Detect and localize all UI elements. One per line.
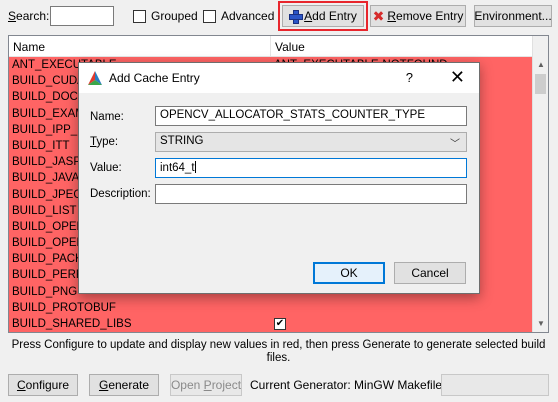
row-name: BUILD_DOCS	[12, 91, 86, 104]
scroll-down-icon[interactable]: ▼	[533, 316, 548, 332]
type-label: Type:	[90, 136, 119, 148]
row-name: BUILD_SHARED_LIBS	[12, 318, 132, 330]
help-icon[interactable]: ?	[406, 70, 413, 85]
add-entry-label: Add Entry	[304, 9, 357, 23]
description-label: Description:	[90, 188, 151, 200]
scrollbar-thumb[interactable]	[535, 74, 546, 94]
type-select[interactable]: STRING ﹀	[155, 132, 467, 152]
value-label: Value:	[90, 162, 122, 174]
grouped-checkbox[interactable]: Grouped	[133, 9, 198, 23]
chevron-down-icon: ﹀	[450, 139, 460, 150]
generator-field	[441, 374, 549, 396]
column-header-value[interactable]: Value	[271, 36, 309, 56]
column-header-name[interactable]: Name	[9, 36, 271, 56]
row-name: BUILD_JPEG	[12, 188, 83, 201]
cancel-button[interactable]: Cancel	[394, 262, 466, 284]
status-text: Press Configure to update and display ne…	[11, 339, 546, 364]
table-row[interactable]: BUILD_TBB	[9, 332, 533, 333]
row-name: BUILD_PNG	[12, 285, 78, 298]
description-field[interactable]	[155, 184, 467, 204]
dialog-title: Add Cache Entry	[109, 71, 200, 85]
generate-button[interactable]: Generate	[89, 374, 159, 396]
current-generator-label: Current Generator: MinGW Makefiles	[250, 378, 449, 392]
x-icon: ✖	[372, 8, 385, 24]
grouped-checkbox-box[interactable]	[133, 9, 146, 23]
open-project-button[interactable]: Open Project	[170, 374, 242, 396]
row-name: BUILD_PROTOBUF	[12, 301, 116, 314]
advanced-checkbox-box[interactable]	[203, 9, 216, 23]
table-row[interactable]: BUILD_SHARED_LIBS ✔	[9, 316, 533, 332]
advanced-label: Advanced	[221, 9, 275, 23]
remove-entry-button[interactable]: ✖ Remove Entry	[370, 5, 466, 27]
environment-button[interactable]: Environment...	[474, 5, 552, 27]
search-input[interactable]	[50, 6, 114, 26]
row-value-checkbox[interactable]: ✔	[274, 318, 286, 330]
name-label: Name:	[90, 111, 124, 123]
row-name: BUILD_ITT	[12, 139, 70, 152]
table-header: Name Value	[9, 36, 548, 57]
remove-entry-label: Remove Entry	[387, 9, 464, 23]
dialog-title-bar[interactable]: Add Cache Entry ? ✕	[79, 63, 479, 93]
advanced-checkbox[interactable]: Advanced	[203, 9, 274, 23]
scroll-up-icon[interactable]: ▲	[533, 57, 548, 73]
ok-button[interactable]: OK	[313, 262, 385, 284]
value-field[interactable]: int64_t	[155, 158, 467, 178]
configure-button[interactable]: Configure	[8, 374, 78, 396]
row-name: BUILD_LIST	[12, 204, 77, 217]
add-entry-button[interactable]: Add Entry	[282, 5, 364, 27]
close-icon[interactable]: ✕	[450, 67, 465, 88]
grouped-label: Grouped	[151, 9, 198, 23]
cmake-triangle-icon	[88, 71, 102, 85]
add-cache-entry-dialog: Add Cache Entry ? ✕ Name: OPENCV_ALLOCAT…	[78, 62, 480, 294]
plus-icon	[289, 10, 304, 24]
name-field[interactable]: OPENCV_ALLOCATOR_STATS_COUNTER_TYPE	[155, 106, 467, 126]
search-label: Search:	[8, 9, 50, 23]
row-name: BUILD_JAVA	[12, 172, 80, 185]
vertical-scrollbar[interactable]: ▲ ▼	[532, 36, 548, 332]
table-row[interactable]: BUILD_PROTOBUF	[9, 300, 533, 316]
type-select-value: STRING	[160, 135, 204, 147]
